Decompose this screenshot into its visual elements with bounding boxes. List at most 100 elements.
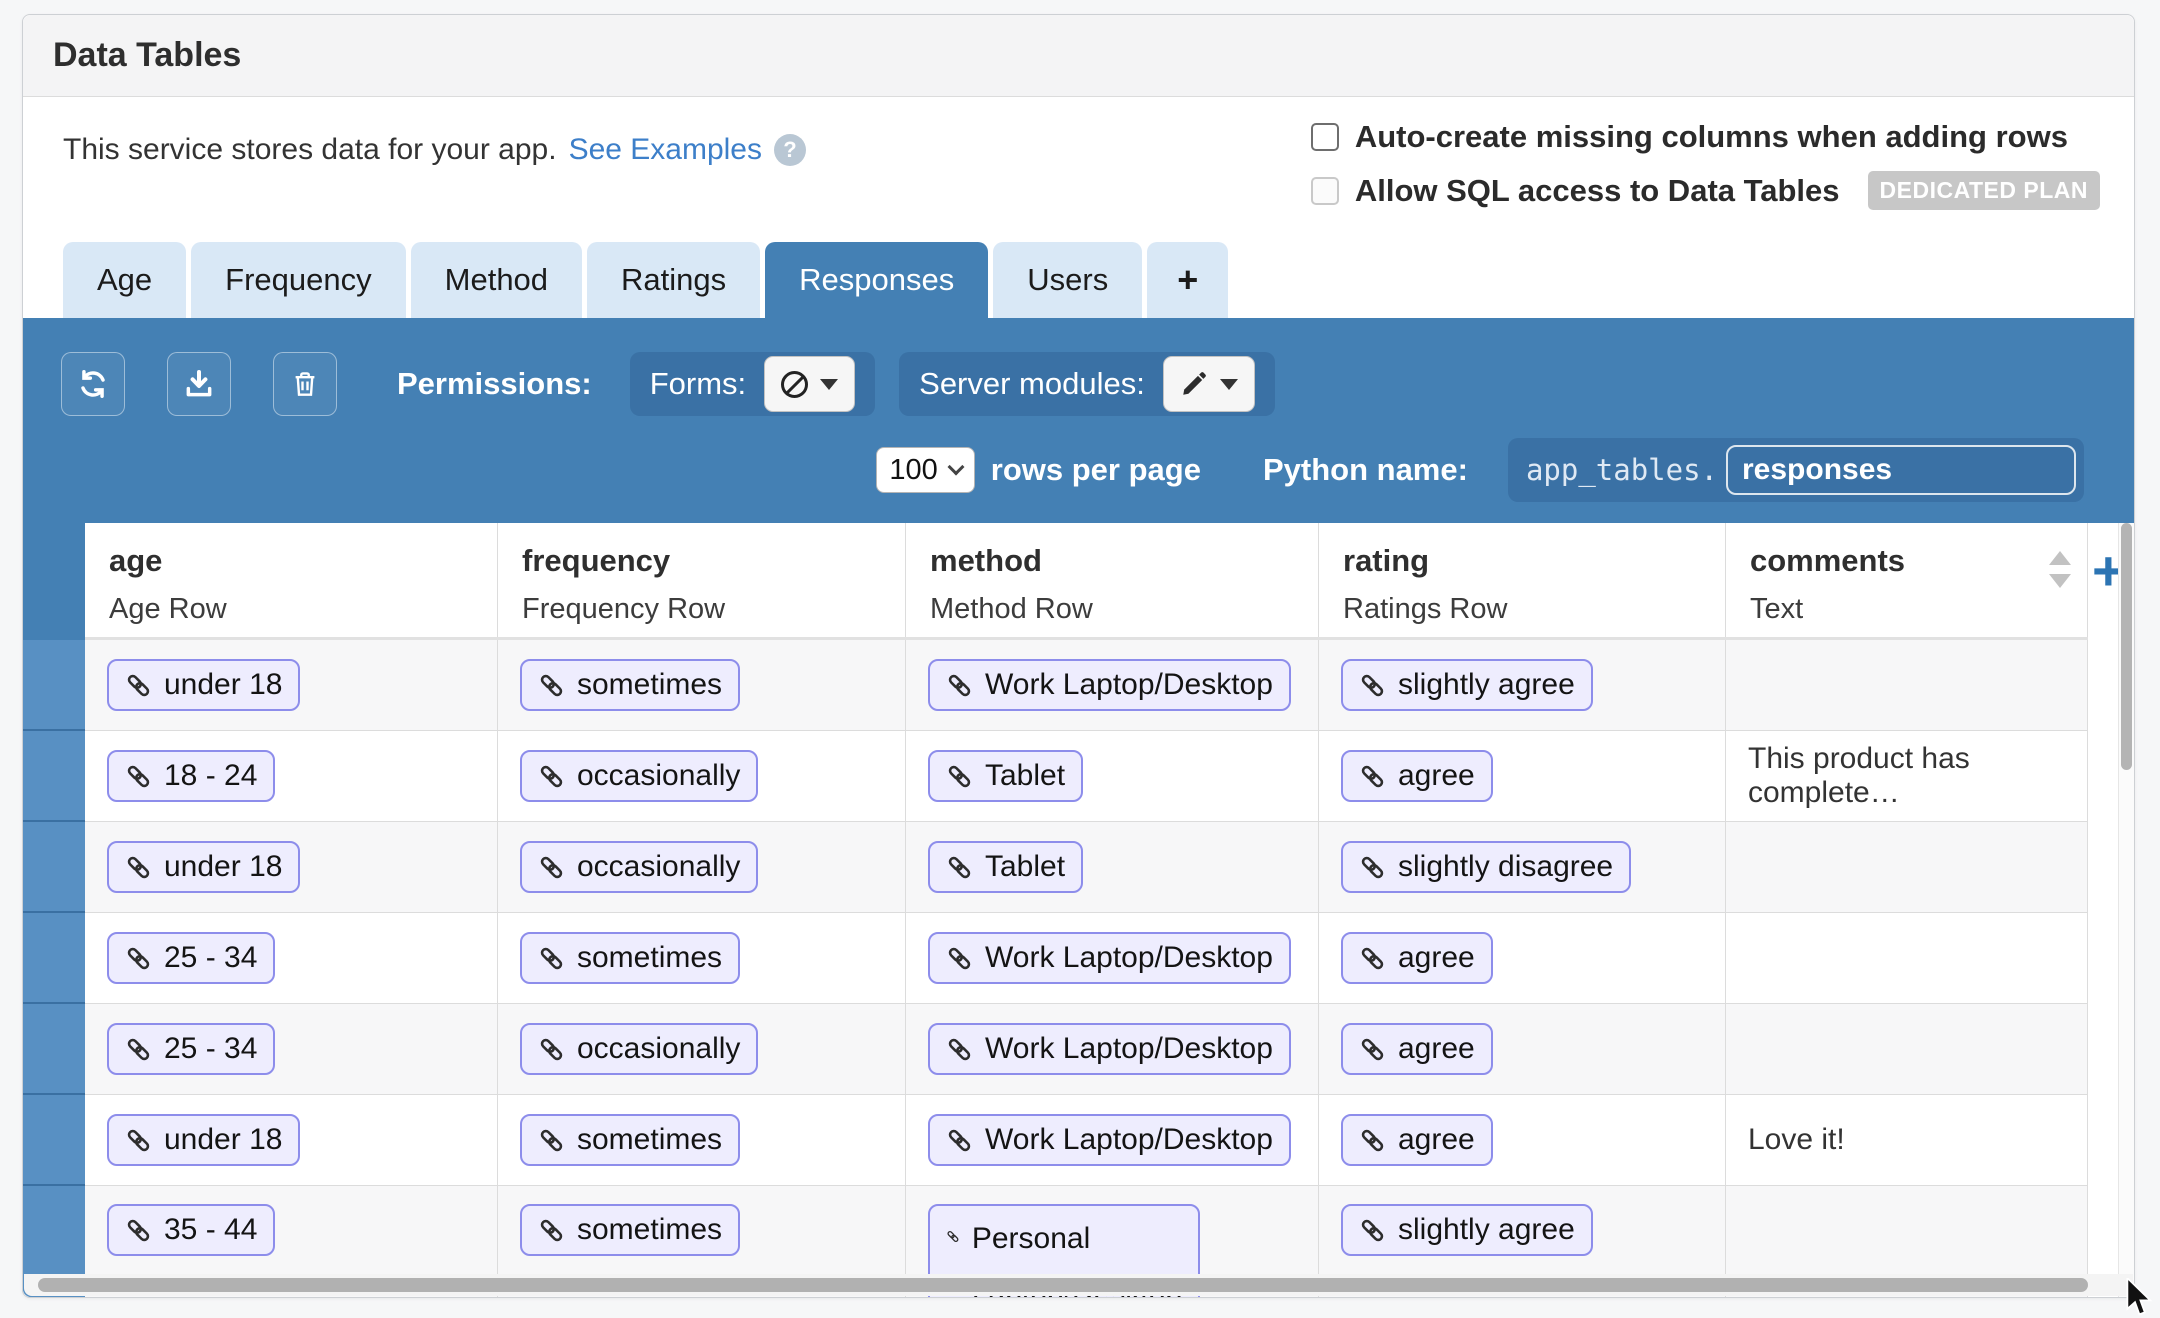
add-column-button[interactable]: +	[2092, 543, 2118, 599]
link-icon	[946, 854, 973, 881]
link-icon	[538, 945, 565, 972]
python-name-input[interactable]: responses	[1726, 445, 2076, 495]
cell-frequency[interactable]: occasionally	[498, 731, 906, 821]
cell-frequency[interactable]: sometimes	[498, 640, 906, 730]
auto-create-checkbox[interactable]	[1311, 123, 1339, 151]
linked-row-chip[interactable]: sometimes	[520, 1114, 740, 1166]
cell-method[interactable]: Work Laptop/Desktop	[906, 640, 1319, 730]
download-button[interactable]	[167, 352, 231, 416]
linked-row-chip[interactable]: agree	[1341, 1114, 1493, 1166]
cell-rating[interactable]: agree	[1319, 913, 1726, 1003]
cell-rating[interactable]: agree	[1319, 1095, 1726, 1185]
cell-method[interactable]: Work Laptop/Desktop	[906, 1095, 1319, 1185]
cell-comments[interactable]	[1726, 822, 2088, 912]
cell-frequency[interactable]: sometimes	[498, 1095, 906, 1185]
table-toolbar: Permissions: Forms: Server modules:	[61, 352, 2134, 416]
column-header-rating[interactable]: rating Ratings Row	[1319, 523, 1726, 637]
chip-label: agree	[1398, 941, 1475, 975]
delete-table-button[interactable]	[273, 352, 337, 416]
cell-comments[interactable]	[1726, 913, 2088, 1003]
column-type: Method Row	[930, 593, 1318, 626]
linked-row-chip[interactable]: occasionally	[520, 1023, 758, 1075]
linked-row-chip[interactable]: slightly agree	[1341, 659, 1593, 711]
server-modules-permission-dropdown[interactable]	[1163, 356, 1255, 412]
cell-comments[interactable]: Love it!	[1726, 1095, 2088, 1185]
linked-row-chip[interactable]: Work Laptop/Desktop	[928, 659, 1291, 711]
linked-row-chip[interactable]: sometimes	[520, 1204, 740, 1256]
cell-rating[interactable]: agree	[1319, 1004, 1726, 1094]
linked-row-chip[interactable]: 35 - 44	[107, 1204, 275, 1256]
tab-frequency[interactable]: Frequency	[191, 242, 405, 318]
linked-row-chip[interactable]: 25 - 34	[107, 1023, 275, 1075]
linked-row-chip[interactable]: under 18	[107, 1114, 300, 1166]
linked-row-chip[interactable]: sometimes	[520, 932, 740, 984]
linked-row-chip[interactable]: Work Laptop/Desktop	[928, 1114, 1291, 1166]
linked-row-chip[interactable]: slightly disagree	[1341, 841, 1631, 893]
row-handle[interactable]	[23, 640, 85, 731]
tab-users[interactable]: Users	[993, 242, 1142, 318]
forms-permission-dropdown[interactable]	[764, 356, 855, 412]
cell-age[interactable]: 25 - 34	[85, 913, 498, 1003]
cell-frequency[interactable]: occasionally	[498, 822, 906, 912]
column-header-frequency[interactable]: frequency Frequency Row	[498, 523, 906, 637]
vertical-scrollbar-thumb[interactable]	[2121, 523, 2132, 770]
column-header-method[interactable]: method Method Row	[906, 523, 1319, 637]
linked-row-chip[interactable]: under 18	[107, 659, 300, 711]
cell-method[interactable]: Tablet	[906, 822, 1319, 912]
linked-row-chip[interactable]: Tablet	[928, 750, 1083, 802]
see-examples-link[interactable]: See Examples	[569, 133, 762, 167]
cell-age[interactable]: under 18	[85, 822, 498, 912]
linked-row-chip[interactable]: sometimes	[520, 659, 740, 711]
linked-row-chip[interactable]: agree	[1341, 750, 1493, 802]
tab-method[interactable]: Method	[411, 242, 582, 318]
sql-access-checkbox[interactable]	[1311, 177, 1339, 205]
cell-method[interactable]: Work Laptop/Desktop	[906, 1004, 1319, 1094]
cell-rating[interactable]: slightly agree	[1319, 640, 1726, 730]
refresh-button[interactable]	[61, 352, 125, 416]
tab-responses[interactable]: Responses	[765, 242, 988, 318]
add-table-tab[interactable]: +	[1147, 242, 1228, 318]
table-row: 25 - 34 occasionally Work Laptop/Desktop ag…	[85, 1004, 2088, 1095]
cell-frequency[interactable]: sometimes	[498, 913, 906, 1003]
column-header-age[interactable]: age Age Row	[85, 523, 498, 637]
cell-comments[interactable]	[1726, 640, 2088, 730]
cell-age[interactable]: under 18	[85, 640, 498, 730]
cell-age[interactable]: under 18	[85, 1095, 498, 1185]
column-header-comments[interactable]: comments Text	[1726, 523, 2088, 637]
chip-label: occasionally	[577, 850, 740, 884]
linked-row-chip[interactable]: Work Laptop/Desktop	[928, 932, 1291, 984]
cell-frequency[interactable]: occasionally	[498, 1004, 906, 1094]
row-handle[interactable]	[23, 822, 85, 913]
linked-row-chip[interactable]: occasionally	[520, 841, 758, 893]
rows-per-page-select[interactable]: 100	[876, 447, 974, 493]
column-name: rating	[1343, 543, 1725, 579]
row-handle[interactable]	[23, 1004, 85, 1095]
cell-rating[interactable]: agree	[1319, 731, 1726, 821]
cell-method[interactable]: Tablet	[906, 731, 1319, 821]
linked-row-chip[interactable]: 25 - 34	[107, 932, 275, 984]
linked-row-chip[interactable]: agree	[1341, 1023, 1493, 1075]
cell-rating[interactable]: slightly disagree	[1319, 822, 1726, 912]
cell-age[interactable]: 25 - 34	[85, 1004, 498, 1094]
linked-row-chip[interactable]: 18 - 24	[107, 750, 275, 802]
row-handle[interactable]	[23, 913, 85, 1004]
linked-row-chip[interactable]: agree	[1341, 932, 1493, 984]
linked-row-chip[interactable]: occasionally	[520, 750, 758, 802]
cell-method[interactable]: Work Laptop/Desktop	[906, 913, 1319, 1003]
sort-arrows-icon[interactable]	[2049, 551, 2071, 588]
question-circle-icon[interactable]: ?	[774, 134, 806, 166]
cell-comments[interactable]	[1726, 1004, 2088, 1094]
tab-ratings[interactable]: Ratings	[587, 242, 760, 318]
row-handle[interactable]	[23, 1095, 85, 1186]
cell-age[interactable]: 18 - 24	[85, 731, 498, 821]
linked-row-chip[interactable]: slightly agree	[1341, 1204, 1593, 1256]
link-icon	[1359, 1127, 1386, 1154]
cell-comments[interactable]: This product has complete…	[1726, 731, 2088, 821]
chip-label: 35 - 44	[164, 1213, 257, 1247]
linked-row-chip[interactable]: under 18	[107, 841, 300, 893]
linked-row-chip[interactable]: Work Laptop/Desktop	[928, 1023, 1291, 1075]
linked-row-chip[interactable]: Tablet	[928, 841, 1083, 893]
row-handle[interactable]	[23, 731, 85, 822]
tab-age[interactable]: Age	[63, 242, 186, 318]
horizontal-scrollbar-thumb[interactable]	[38, 1278, 2088, 1292]
